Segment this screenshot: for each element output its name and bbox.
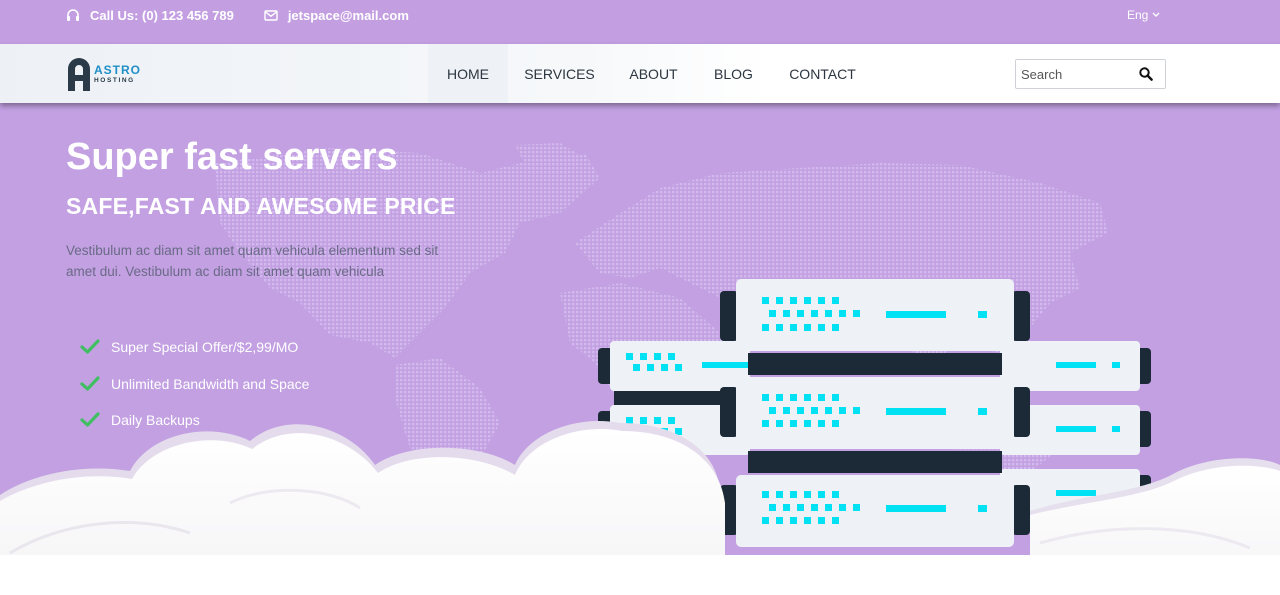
search-input[interactable] — [1016, 60, 1134, 88]
nav-item-services[interactable]: SERVICES — [508, 44, 611, 103]
phone-contact[interactable]: Call Us: (0) 123 456 789 — [66, 8, 234, 23]
cloud-shapes — [0, 420, 1280, 595]
email-text: jetspace@mail.com — [287, 8, 409, 23]
brand-word-1: ASTRO — [94, 62, 141, 77]
nav-item-home[interactable]: HOME — [428, 44, 508, 103]
chevron-down-icon — [1152, 12, 1160, 17]
nav-item-about[interactable]: ABOUT — [611, 44, 696, 103]
contact-info: Call Us: (0) 123 456 789 jetspace@mail.c… — [66, 8, 409, 23]
logo-letter-a-icon — [68, 58, 90, 91]
nav-item-blog[interactable]: BLOG — [696, 44, 771, 103]
search-button[interactable] — [1139, 67, 1153, 86]
main-menu: HOME SERVICES ABOUT BLOG CONTACT — [428, 44, 874, 103]
brand-logo[interactable]: ASTRO HOSTING — [66, 56, 156, 92]
main-navbar: ASTRO HOSTING HOME SERVICES ABOUT BLOG C… — [0, 44, 1280, 103]
language-selector[interactable]: Eng — [1127, 8, 1160, 22]
email-contact[interactable]: jetspace@mail.com — [264, 8, 409, 23]
envelope-icon — [264, 10, 278, 21]
phone-text: Call Us: (0) 123 456 789 — [90, 8, 234, 23]
headset-icon — [66, 9, 80, 22]
nav-item-contact[interactable]: CONTACT — [771, 44, 874, 103]
brand-word-2: HOSTING — [94, 76, 135, 84]
search-box — [1015, 59, 1166, 89]
search-icon — [1139, 67, 1153, 81]
language-label: Eng — [1127, 8, 1149, 22]
hero-banner: Super fast servers SAFE,FAST AND AWESOME… — [0, 103, 1280, 595]
top-bar: Call Us: (0) 123 456 789 jetspace@mail.c… — [0, 0, 1280, 44]
